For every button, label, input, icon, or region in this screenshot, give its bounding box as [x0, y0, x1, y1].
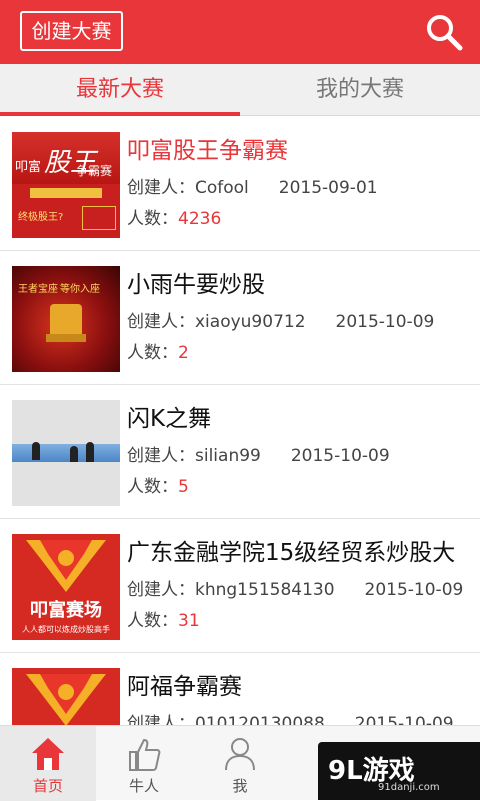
contest-poster	[12, 400, 120, 506]
penguin-figure	[70, 446, 78, 462]
person-icon	[225, 738, 255, 771]
nav-label: 牛人	[128, 777, 159, 795]
nav-experts[interactable]: 牛人	[96, 726, 192, 801]
poster-text: 王者宝座	[18, 284, 58, 295]
list-item[interactable]: 闪K之舞 创建人：silian99 2015-10-09 人数：5	[0, 385, 480, 519]
contest-count: 人数：31	[127, 606, 200, 631]
creator-label: 创建人：	[127, 446, 195, 466]
creator-name: Cofool	[195, 178, 249, 198]
contest-list[interactable]: 叩富 股王 争霸赛 终极股王? 叩富股王争霸赛 创建人：Cofool 2015-0…	[0, 117, 480, 725]
nav-me[interactable]: 我	[192, 726, 288, 801]
contest-title[interactable]: 广东金融学院15级经贸系炒股大	[127, 533, 455, 567]
list-item[interactable]: 叩富赛场 人人都可以炼成炒股高手 广东金融学院15级经贸系炒股大 创建人：khn…	[0, 519, 480, 653]
count-label: 人数：	[127, 611, 178, 631]
active-tab-indicator	[0, 112, 240, 116]
count-value: 2	[178, 343, 189, 363]
creator-label: 创建人：	[127, 580, 195, 600]
contest-meta: 创建人：silian99 2015-10-09	[127, 441, 390, 466]
diamond-logo-icon	[26, 540, 106, 592]
contest-title[interactable]: 小雨牛要炒股	[127, 265, 265, 299]
poster-frame	[82, 206, 116, 230]
contest-poster: 叩富 股王 争霸赛 终极股王?	[12, 132, 120, 238]
nav-label: 首页	[32, 777, 63, 795]
throne-graphic	[50, 304, 82, 336]
list-item[interactable]: 王者宝座 等你入座 小雨牛要炒股 创建人：xiaoyu90712 2015-10-…	[0, 251, 480, 385]
poster-text: 叩富	[15, 160, 42, 175]
nav-label: 我	[232, 777, 248, 795]
contest-count: 人数：2	[127, 338, 189, 363]
list-item[interactable]: 阿福争霸赛 创建人：010120130088 2015-10-09	[0, 653, 480, 725]
contest-meta: 创建人：xiaoyu90712 2015-10-09	[127, 307, 434, 332]
count-value: 4236	[178, 209, 222, 229]
tab-bar: 最新大赛 我的大赛	[0, 64, 480, 116]
contest-count: 人数：4236	[127, 204, 221, 229]
creator-label: 创建人：	[127, 714, 195, 725]
count-label: 人数：	[127, 343, 178, 363]
count-value: 5	[178, 477, 189, 497]
count-label: 人数：	[127, 477, 178, 497]
search-icon[interactable]	[424, 12, 464, 52]
contest-date: 2015-10-09	[354, 714, 454, 725]
contest-poster: 王者宝座 等你入座	[12, 266, 120, 372]
count-value: 31	[178, 611, 200, 631]
contest-title[interactable]: 阿福争霸赛	[127, 667, 242, 701]
count-label: 人数：	[127, 209, 178, 229]
poster-text: 人人都可以炼成炒股高手	[22, 625, 110, 634]
nav-home[interactable]: 首页	[0, 726, 96, 801]
site-watermark: 9L游戏 91danji.com	[318, 742, 480, 800]
creator-name: silian99	[195, 446, 261, 466]
penguin-strip	[12, 444, 120, 462]
contest-title[interactable]: 叩富股王争霸赛	[127, 131, 288, 165]
top-app-bar: 创建大赛	[0, 0, 480, 64]
home-icon	[32, 738, 64, 770]
contest-date: 2015-10-09	[335, 312, 435, 332]
create-contest-button[interactable]: 创建大赛	[20, 11, 123, 51]
diamond-logo-icon	[26, 674, 106, 725]
contest-date: 2015-10-09	[290, 446, 390, 466]
contest-date: 2015-10-09	[364, 580, 464, 600]
contest-count: 人数：5	[127, 472, 189, 497]
throne-base	[46, 334, 86, 342]
creator-name: 010120130088	[195, 714, 325, 725]
contest-meta: 创建人：010120130088 2015-10-09	[127, 709, 454, 725]
poster-text: 争霸赛	[76, 164, 113, 178]
tab-latest-contests[interactable]: 最新大赛	[0, 64, 240, 116]
contest-poster	[12, 668, 120, 725]
poster-banner	[30, 188, 102, 198]
creator-name: khng151584130	[195, 580, 335, 600]
creator-label: 创建人：	[127, 312, 195, 332]
contest-title[interactable]: 闪K之舞	[127, 399, 211, 433]
tab-my-contests[interactable]: 我的大赛	[240, 64, 480, 116]
poster-text: 叩富赛场	[30, 600, 102, 621]
thumbs-up-icon	[129, 738, 161, 771]
creator-label: 创建人：	[127, 178, 195, 198]
penguin-figure	[86, 442, 94, 462]
contest-meta: 创建人：Cofool 2015-09-01	[127, 173, 378, 198]
penguin-figure	[32, 442, 40, 460]
contest-poster: 叩富赛场 人人都可以炼成炒股高手	[12, 534, 120, 640]
contest-meta: 创建人：khng151584130 2015-10-09	[127, 575, 463, 600]
poster-text: 等你入座	[60, 284, 100, 295]
watermark-url: 91danji.com	[378, 782, 440, 793]
list-item[interactable]: 叩富 股王 争霸赛 终极股王? 叩富股王争霸赛 创建人：Cofool 2015-0…	[0, 117, 480, 251]
poster-text: 终极股王?	[18, 212, 64, 223]
contest-date: 2015-09-01	[278, 178, 378, 198]
creator-name: xiaoyu90712	[195, 312, 306, 332]
